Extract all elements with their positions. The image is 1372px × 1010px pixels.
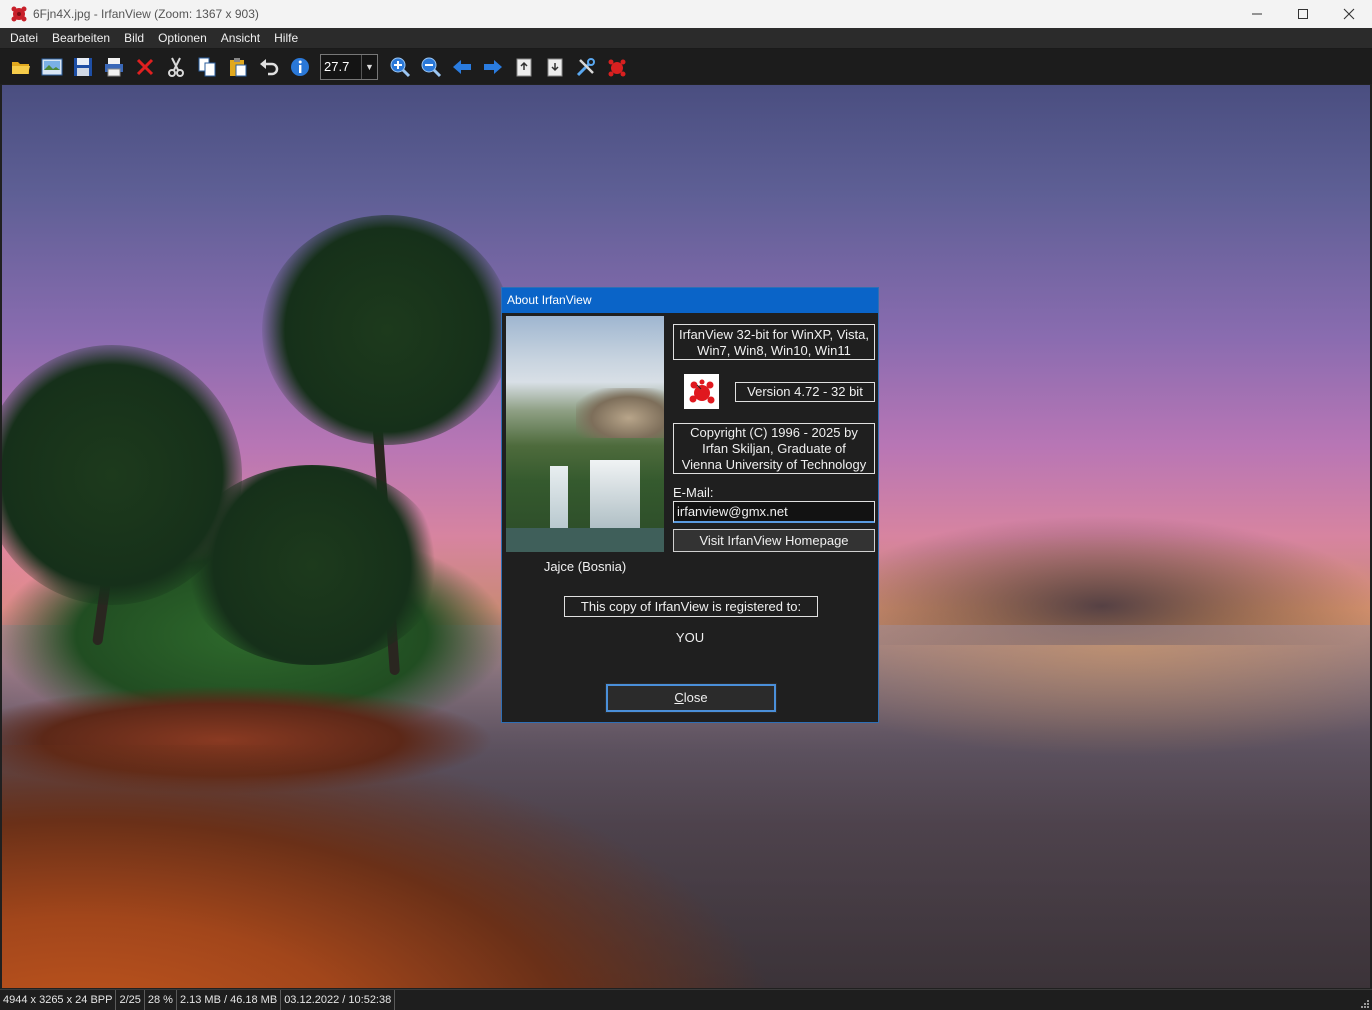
status-bar: 4944 x 3265 x 24 BPP 2/25 28 % 2.13 MB /… <box>0 989 1372 1010</box>
next-icon <box>483 59 502 74</box>
close-accelerator: C <box>674 690 684 705</box>
menu-ansicht[interactable]: Ansicht <box>214 28 267 49</box>
zoom-out-button[interactable] <box>415 52 446 82</box>
slideshow-button[interactable] <box>36 52 67 82</box>
close-label: lose <box>683 690 708 705</box>
irfanview-logo <box>684 374 719 409</box>
jajce-photo <box>506 316 664 552</box>
registered-name: YOU <box>675 630 705 645</box>
zoom-in-button[interactable] <box>384 52 415 82</box>
save-icon <box>73 57 92 76</box>
last-page-icon <box>547 58 562 76</box>
menu-datei[interactable]: Datei <box>0 28 45 49</box>
email-field[interactable] <box>673 501 875 523</box>
delete-icon <box>136 58 153 75</box>
copyright-line-3: Vienna University of Technology <box>681 457 867 472</box>
menu-hilfe[interactable]: Hilfe <box>267 28 305 49</box>
zoom-out-icon <box>421 57 441 77</box>
print-button[interactable] <box>98 52 129 82</box>
zoom-value: 27.7 <box>324 59 350 74</box>
open-button[interactable] <box>5 52 36 82</box>
first-page-icon <box>516 58 531 76</box>
copyright-line-1: Copyright (C) 1996 - 2025 by <box>690 425 858 440</box>
copy-button[interactable] <box>191 52 222 82</box>
chevron-down-icon[interactable]: ▼ <box>361 54 377 79</box>
paste-button[interactable] <box>222 52 253 82</box>
minimize-icon <box>1252 13 1262 15</box>
undo-icon <box>259 58 278 75</box>
status-datetime: 03.12.2022 / 10:52:38 <box>281 989 396 1010</box>
copy-icon <box>198 57 215 76</box>
slideshow-icon <box>41 58 62 75</box>
save-button[interactable] <box>67 52 98 82</box>
last-page-button[interactable] <box>539 52 570 82</box>
email-label: E-Mail: <box>673 485 714 500</box>
registered-to-label: This copy of IrfanView is registered to: <box>564 596 818 617</box>
maximize-button[interactable] <box>1280 0 1326 28</box>
title-bar: 6Fjn4X.jpg - IrfanView (Zoom: 1367 x 903… <box>0 0 1372 28</box>
irfanview-button[interactable] <box>601 52 632 82</box>
dialog-title: About IrfanView <box>502 288 878 313</box>
irfanview-logo-icon <box>689 379 714 403</box>
close-window-button[interactable] <box>1326 0 1372 28</box>
info-button[interactable] <box>284 52 315 82</box>
close-button[interactable]: Close <box>605 683 777 713</box>
toolbar: 27.7 ▼ <box>0 49 1372 84</box>
next-button[interactable] <box>477 52 508 82</box>
status-zoom: 28 % <box>145 989 177 1010</box>
irfanview-logo-icon <box>608 59 625 76</box>
properties-icon <box>576 57 595 76</box>
platform-line-1: IrfanView 32-bit for WinXP, Vista, <box>678 327 870 342</box>
undo-button[interactable] <box>253 52 284 82</box>
properties-button[interactable] <box>570 52 601 82</box>
resize-grip-icon[interactable] <box>1360 999 1370 1009</box>
status-index: 2/25 <box>116 989 145 1010</box>
copyright-line-2: Irfan Skiljan, Graduate of <box>702 441 846 456</box>
info-icon <box>290 57 309 76</box>
cut-button[interactable] <box>160 52 191 82</box>
first-page-button[interactable] <box>508 52 539 82</box>
maximize-icon <box>1298 9 1308 19</box>
menu-bild[interactable]: Bild <box>117 28 151 49</box>
irfanview-app-icon <box>11 6 27 22</box>
close-icon <box>1343 8 1355 20</box>
cut-icon <box>167 57 184 77</box>
menu-bar: Datei Bearbeiten Bild Optionen Ansicht H… <box>0 28 1372 49</box>
zoom-in-icon <box>390 57 410 77</box>
about-dialog: About IrfanView Jajce (Bosnia) IrfanView… <box>501 287 879 723</box>
menu-bearbeiten[interactable]: Bearbeiten <box>45 28 117 49</box>
print-icon <box>104 57 123 76</box>
open-folder-icon <box>11 61 30 74</box>
paste-icon <box>229 57 246 76</box>
version-label: Version 4.72 - 32 bit <box>735 382 875 402</box>
minimize-button[interactable] <box>1234 0 1280 28</box>
menu-optionen[interactable]: Optionen <box>151 28 214 49</box>
status-dimensions: 4944 x 3265 x 24 BPP <box>0 989 117 1010</box>
photo-caption: Jajce (Bosnia) <box>543 559 627 574</box>
previous-button[interactable] <box>446 52 477 82</box>
delete-button[interactable] <box>129 52 160 82</box>
platform-info: IrfanView 32-bit for WinXP, Vista, Win7,… <box>673 324 875 360</box>
platform-line-2: Win7, Win8, Win10, Win11 <box>697 343 851 358</box>
status-filesize: 2.13 MB / 46.18 MB <box>177 989 282 1010</box>
visit-homepage-button[interactable]: Visit IrfanView Homepage <box>673 529 875 552</box>
window-title: 6Fjn4X.jpg - IrfanView (Zoom: 1367 x 903… <box>33 7 259 21</box>
zoom-combobox[interactable]: 27.7 ▼ <box>320 53 378 80</box>
previous-icon <box>452 59 471 74</box>
copyright-info: Copyright (C) 1996 - 2025 by Irfan Skilj… <box>673 423 875 474</box>
